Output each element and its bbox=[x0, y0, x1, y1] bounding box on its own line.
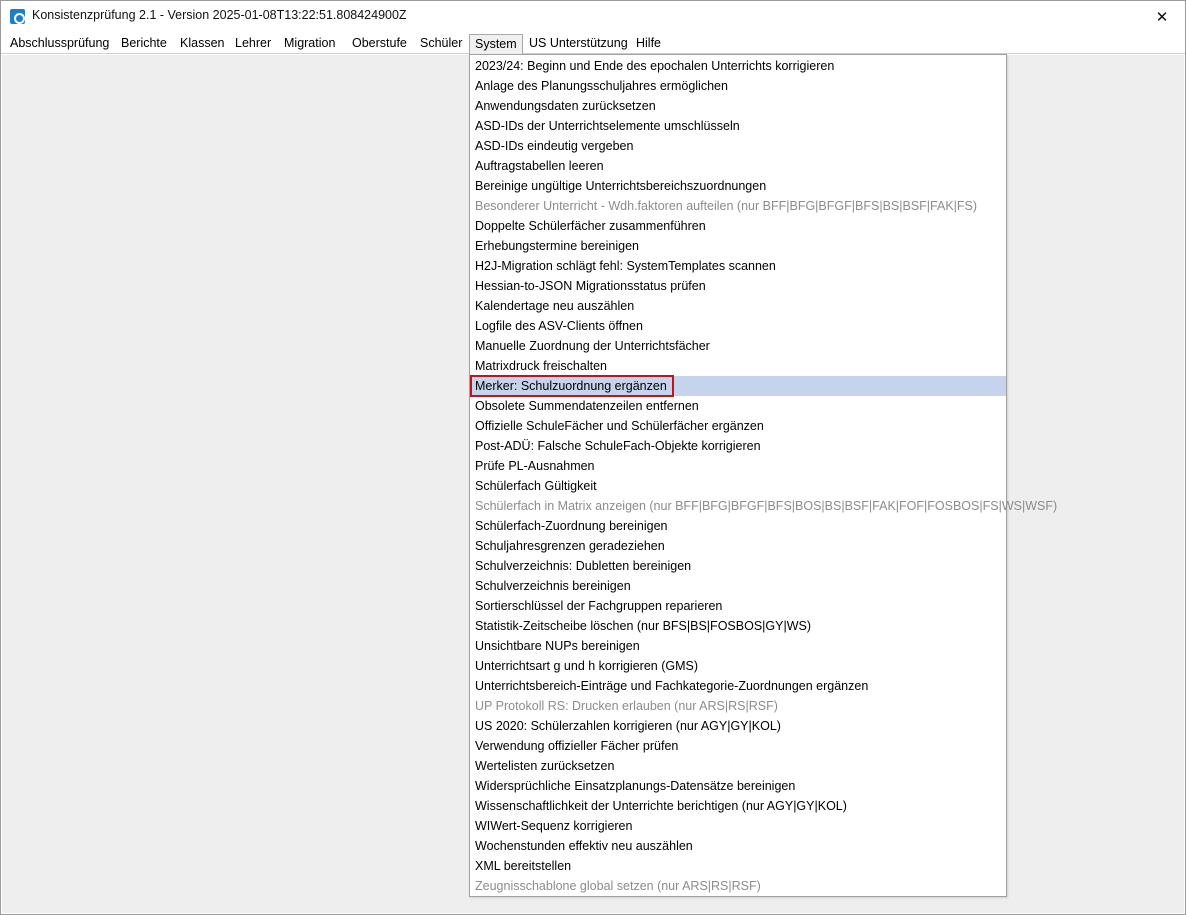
system-menu-item[interactable]: Schülerfach-Zuordnung bereinigen bbox=[470, 516, 1006, 536]
system-menu-item[interactable]: Kalendertage neu auszählen bbox=[470, 296, 1006, 316]
system-menu-item[interactable]: US 2020: Schülerzahlen korrigieren (nur … bbox=[470, 716, 1006, 736]
system-menu-item[interactable]: Matrixdruck freischalten bbox=[470, 356, 1006, 376]
app-logo-icon bbox=[10, 9, 25, 24]
system-menu-item[interactable]: Wissenschaftlichkeit der Unterrichte ber… bbox=[470, 796, 1006, 816]
system-menu-item[interactable]: Schulverzeichnis: Dubletten bereinigen bbox=[470, 556, 1006, 576]
system-menu-item[interactable]: Offizielle SchuleFächer und Schülerfäche… bbox=[470, 416, 1006, 436]
system-menu-item[interactable]: Unterrichtsbereich-Einträge und Fachkate… bbox=[470, 676, 1006, 696]
window-title: Konsistenzprüfung 2.1 - Version 2025-01-… bbox=[32, 8, 407, 22]
system-menu-item[interactable]: WIWert-Sequenz korrigieren bbox=[470, 816, 1006, 836]
system-menu-item[interactable]: Post-ADÜ: Falsche SchuleFach-Objekte kor… bbox=[470, 436, 1006, 456]
system-menu-item[interactable]: Wertelisten zurücksetzen bbox=[470, 756, 1006, 776]
system-menu-item[interactable]: 2023/24: Beginn und Ende des epochalen U… bbox=[470, 56, 1006, 76]
system-menu-item[interactable]: Manuelle Zuordnung der Unterrichtsfächer bbox=[470, 336, 1006, 356]
system-menu-item[interactable]: Unterrichtsart g und h korrigieren (GMS) bbox=[470, 656, 1006, 676]
system-menu-item[interactable]: Anlage des Planungsschuljahres ermöglich… bbox=[470, 76, 1006, 96]
system-menu-item[interactable]: XML bereitstellen bbox=[470, 856, 1006, 876]
menu-oberstufe[interactable]: Oberstufe bbox=[347, 34, 412, 54]
system-menu-item[interactable]: Sortierschlüssel der Fachgruppen reparie… bbox=[470, 596, 1006, 616]
system-menu-item[interactable]: Doppelte Schülerfächer zusammenführen bbox=[470, 216, 1006, 236]
menu-hilfe[interactable]: Hilfe bbox=[631, 34, 666, 54]
app-window: Konsistenzprüfung 2.1 - Version 2025-01-… bbox=[0, 0, 1186, 915]
system-menu-item[interactable]: Schulverzeichnis bereinigen bbox=[470, 576, 1006, 596]
system-menu-item[interactable]: Wochenstunden effektiv neu auszählen bbox=[470, 836, 1006, 856]
menu-berichte[interactable]: Berichte bbox=[116, 34, 172, 54]
menu-schüler[interactable]: Schüler bbox=[415, 34, 467, 54]
menu-lehrer[interactable]: Lehrer bbox=[230, 34, 276, 54]
system-menu-item[interactable]: Anwendungsdaten zurücksetzen bbox=[470, 96, 1006, 116]
system-menu-item[interactable]: Schuljahresgrenzen geradeziehen bbox=[470, 536, 1006, 556]
system-menu-item[interactable]: Unsichtbare NUPs bereinigen bbox=[470, 636, 1006, 656]
system-menu-item[interactable]: ASD-IDs der Unterrichtselemente umschlüs… bbox=[470, 116, 1006, 136]
system-menu-item[interactable]: Besonderer Unterricht - Wdh.faktoren auf… bbox=[470, 196, 1006, 216]
system-menu-item[interactable]: H2J-Migration schlägt fehl: SystemTempla… bbox=[470, 256, 1006, 276]
system-menu-item[interactable]: Merker: Schulzuordnung ergänzen bbox=[470, 375, 1006, 397]
menu-klassen[interactable]: Klassen bbox=[175, 34, 229, 54]
system-menu-item[interactable]: Hessian-to-JSON Migrationsstatus prüfen bbox=[470, 276, 1006, 296]
system-menu-item[interactable]: Schülerfach Gültigkeit bbox=[470, 476, 1006, 496]
menu-system[interactable]: System bbox=[469, 34, 523, 54]
system-menu-item[interactable]: Prüfe PL-Ausnahmen bbox=[470, 456, 1006, 476]
system-menu-item[interactable]: Statistik-Zeitscheibe löschen (nur BFS|B… bbox=[470, 616, 1006, 636]
menu-us-unterstützung[interactable]: US Unterstützung bbox=[524, 34, 633, 54]
system-menu-item[interactable]: Obsolete Summendatenzeilen entfernen bbox=[470, 396, 1006, 416]
system-menu-item[interactable]: UP Protokoll RS: Drucken erlauben (nur A… bbox=[470, 696, 1006, 716]
menu-bar: Abschlussprüfung Berichte Klassen Lehrer Mig… bbox=[1, 34, 1185, 54]
system-menu-item[interactable]: Bereinige ungültige Unterrichtsbereichsz… bbox=[470, 176, 1006, 196]
system-menu-item[interactable]: Auftragstabellen leeren bbox=[470, 156, 1006, 176]
system-menu-item[interactable]: ASD-IDs eindeutig vergeben bbox=[470, 136, 1006, 156]
system-menu-item[interactable]: Erhebungstermine bereinigen bbox=[470, 236, 1006, 256]
system-menu-item[interactable]: Logfile des ASV-Clients öffnen bbox=[470, 316, 1006, 336]
title-bar: Konsistenzprüfung 2.1 - Version 2025-01-… bbox=[1, 1, 1185, 32]
highlight-marker bbox=[470, 375, 674, 397]
system-menu-item[interactable]: Schülerfach in Matrix anzeigen (nur BFF|… bbox=[470, 496, 1057, 516]
system-menu-item[interactable]: Widersprüchliche Einsatzplanungs-Datensä… bbox=[470, 776, 1006, 796]
system-menu-item[interactable]: Verwendung offizieller Fächer prüfen bbox=[470, 736, 1006, 756]
menu-migration[interactable]: Migration bbox=[279, 34, 340, 54]
close-button[interactable]: ✕ bbox=[1139, 1, 1185, 32]
system-menu-item[interactable]: Zeugnisschablone global setzen (nur ARS|… bbox=[470, 876, 1006, 896]
system-menu-dropdown: 2023/24: Beginn und Ende des epochalen U… bbox=[469, 54, 1057, 897]
menu-abschlussprüfung[interactable]: Abschlussprüfung bbox=[5, 34, 114, 54]
